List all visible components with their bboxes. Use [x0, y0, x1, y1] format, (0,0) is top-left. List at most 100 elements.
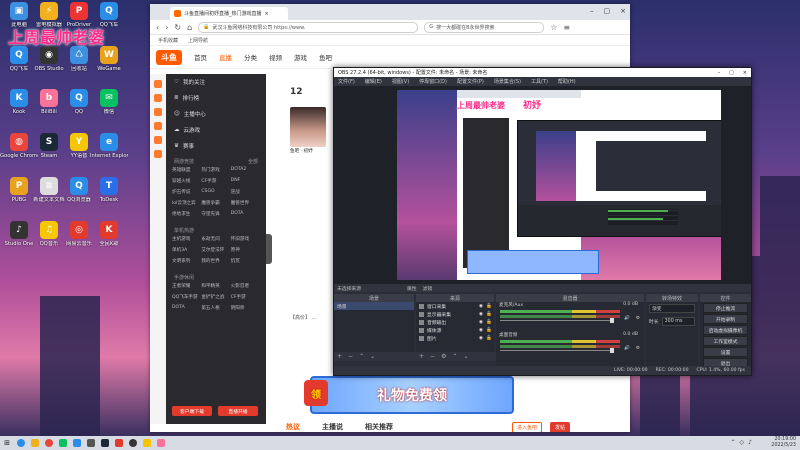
tab-recommend[interactable]: 相关推荐 — [365, 422, 393, 432]
maximize-icon[interactable]: ▢ — [604, 7, 611, 15]
sidebar-item-anchor[interactable]: ☺ 主播中心 — [166, 106, 266, 122]
folder-icon[interactable] — [28, 436, 42, 450]
category-link[interactable]: CF手游 — [201, 178, 230, 184]
obs-menu-item[interactable]: 配置文件(P) — [457, 78, 484, 85]
minimize-icon[interactable]: – — [718, 70, 721, 76]
category-link[interactable]: 阴阳师 — [231, 305, 260, 311]
category-link[interactable]: QQ飞车手游 — [172, 294, 201, 300]
nav-video[interactable]: 视频 — [269, 52, 282, 62]
browser-tab[interactable]: 斗鱼直播间初妤直播_热门游戏直播 × — [170, 7, 288, 20]
minimize-icon[interactable]: – — [590, 7, 594, 15]
start-icon[interactable]: ⊞ — [0, 436, 14, 450]
category-link[interactable]: 主机游戏 — [172, 236, 201, 242]
up-icon[interactable]: ⌃ — [359, 353, 364, 360]
speaker-icon[interactable]: 🔊 — [624, 346, 630, 351]
strip-icon[interactable] — [154, 150, 162, 158]
section-more-link[interactable]: 全部 — [248, 158, 258, 165]
remove-icon[interactable]: − — [348, 353, 353, 360]
category-link[interactable]: DOTA — [231, 211, 260, 217]
category-link[interactable]: 逆战 — [231, 189, 260, 195]
enter-yuba-button[interactable]: 进入鱼吧 — [511, 422, 542, 432]
category-link[interactable]: DNF — [231, 178, 260, 184]
category-link[interactable]: 饥荒 — [231, 258, 260, 264]
filters-button[interactable]: 滤镜 — [423, 285, 433, 292]
nav-yuba[interactable]: 鱼吧 — [319, 52, 332, 62]
desktop-icon[interactable]: W WeGame — [90, 45, 128, 84]
sidebar-item-rank[interactable]: ≣ 排行榜 — [166, 90, 266, 106]
nav-games[interactable]: 游戏 — [294, 52, 307, 62]
douyu-logo[interactable]: 斗鱼 — [156, 49, 182, 65]
category-link[interactable]: 炉石传说 — [172, 189, 201, 195]
close-icon[interactable]: × — [743, 70, 747, 76]
volume-slider[interactable] — [500, 348, 614, 353]
category-link[interactable]: 永劫无间 — [201, 236, 230, 242]
category-link[interactable]: 原神 — [231, 247, 260, 253]
category-link[interactable]: 火影忍者 — [231, 283, 260, 289]
clock[interactable]: 20:19:00 2022/5/23 — [771, 437, 796, 449]
app-icon[interactable] — [112, 436, 126, 450]
lock-icon[interactable]: 🔓 — [486, 336, 494, 341]
up-icon[interactable]: ⌃ — [452, 353, 457, 360]
obs-control-button[interactable]: 启动虚拟摄像机 — [703, 325, 748, 335]
obs-menu-item[interactable]: 文件(F) — [338, 78, 355, 85]
network-icon[interactable]: ◇ — [740, 439, 745, 446]
category-link[interactable]: 和平精英 — [201, 283, 230, 289]
category-link[interactable]: DOTA2 — [231, 167, 260, 173]
sidebar-item-esports[interactable]: ♛ 赛事 — [166, 138, 266, 154]
close-icon[interactable]: × — [265, 11, 269, 17]
start-stream-button[interactable]: 直播开播 — [218, 406, 258, 416]
obs-menu-item[interactable]: 停靠窗口(D) — [419, 78, 447, 85]
category-link[interactable]: 文明系列 — [172, 258, 201, 264]
source-item[interactable]: 媒体源 ◉ 🔓 — [416, 326, 494, 334]
sidebar-item-cloudgame[interactable]: ☁ 云游戏 — [166, 122, 266, 138]
wechat-icon[interactable] — [56, 436, 70, 450]
obs-control-button[interactable]: 工作室模式 — [703, 336, 748, 346]
gift-banner[interactable]: 领 礼物免费领 — [304, 376, 514, 414]
chevron-up-icon[interactable]: ⌃ — [731, 439, 736, 446]
category-link[interactable]: 艾尔登法环 — [201, 247, 230, 253]
category-link[interactable]: 守望先锋 — [201, 211, 230, 217]
strip-icon[interactable] — [154, 80, 162, 88]
obs-menu-item[interactable]: 工具(T) — [531, 78, 548, 85]
category-link[interactable]: 我的世界 — [201, 258, 230, 264]
speaker-icon[interactable]: 🔊 — [624, 316, 630, 321]
avatar[interactable] — [290, 107, 326, 147]
strip-icon[interactable] — [154, 108, 162, 116]
back-icon[interactable]: ‹ — [156, 23, 159, 32]
remove-icon[interactable]: − — [430, 353, 435, 360]
category-link[interactable]: 单机3A — [172, 247, 201, 253]
tab-anchor-say[interactable]: 主播说 — [322, 422, 343, 432]
obs-control-button[interactable]: 设置 — [703, 347, 748, 357]
address-bar[interactable]: 🔒 武汉斗鱼网络科技有限公司 https://www. — [198, 21, 419, 33]
star-icon[interactable]: ☆ — [550, 23, 557, 32]
eye-icon[interactable]: ◉ — [479, 304, 483, 309]
add-icon[interactable]: + — [419, 353, 424, 360]
steam-icon[interactable] — [98, 436, 112, 450]
obs-control-button[interactable]: 停止推流 — [703, 303, 748, 313]
sidebar-item-follow[interactable]: ♡ 我的关注 — [166, 74, 266, 90]
eye-icon[interactable]: ◉ — [479, 336, 483, 341]
volume-slider[interactable] — [500, 318, 614, 323]
bookmark-item[interactable]: 上网导航 — [188, 37, 208, 44]
post-button[interactable]: 发帖 — [549, 422, 570, 432]
strip-icon[interactable] — [154, 94, 162, 102]
category-link[interactable]: lol云顶之弈 — [172, 200, 201, 206]
down-icon[interactable]: ⌄ — [370, 353, 375, 360]
duration-input[interactable]: 300 ms — [661, 317, 695, 326]
nav-home[interactable]: 首页 — [194, 52, 207, 62]
strip-icon[interactable] — [154, 136, 162, 144]
source-item[interactable]: 窗口采集 ◉ 🔓 — [416, 302, 494, 310]
store-icon[interactable] — [84, 436, 98, 450]
category-link[interactable]: 王者荣耀 — [172, 283, 201, 289]
category-link[interactable]: 热门游戏 — [201, 167, 230, 173]
obs-preview[interactable]: 上周最帅老婆 初妤 — [334, 86, 751, 284]
obs-canvas[interactable]: 上周最帅老婆 初妤 — [397, 90, 721, 280]
home-icon[interactable]: ⌂ — [187, 23, 192, 32]
source-item[interactable]: 音频输出 ◉ 🔓 — [416, 318, 494, 326]
transition-select[interactable]: 渐变 — [649, 304, 695, 313]
category-link[interactable]: 英雄联盟 — [172, 167, 201, 173]
obs-menu-item[interactable]: 场景集合(S) — [494, 78, 521, 85]
scene-item[interactable]: 场景 — [334, 302, 414, 310]
nav-category[interactable]: 分类 — [244, 52, 257, 62]
qq-icon[interactable] — [70, 436, 84, 450]
